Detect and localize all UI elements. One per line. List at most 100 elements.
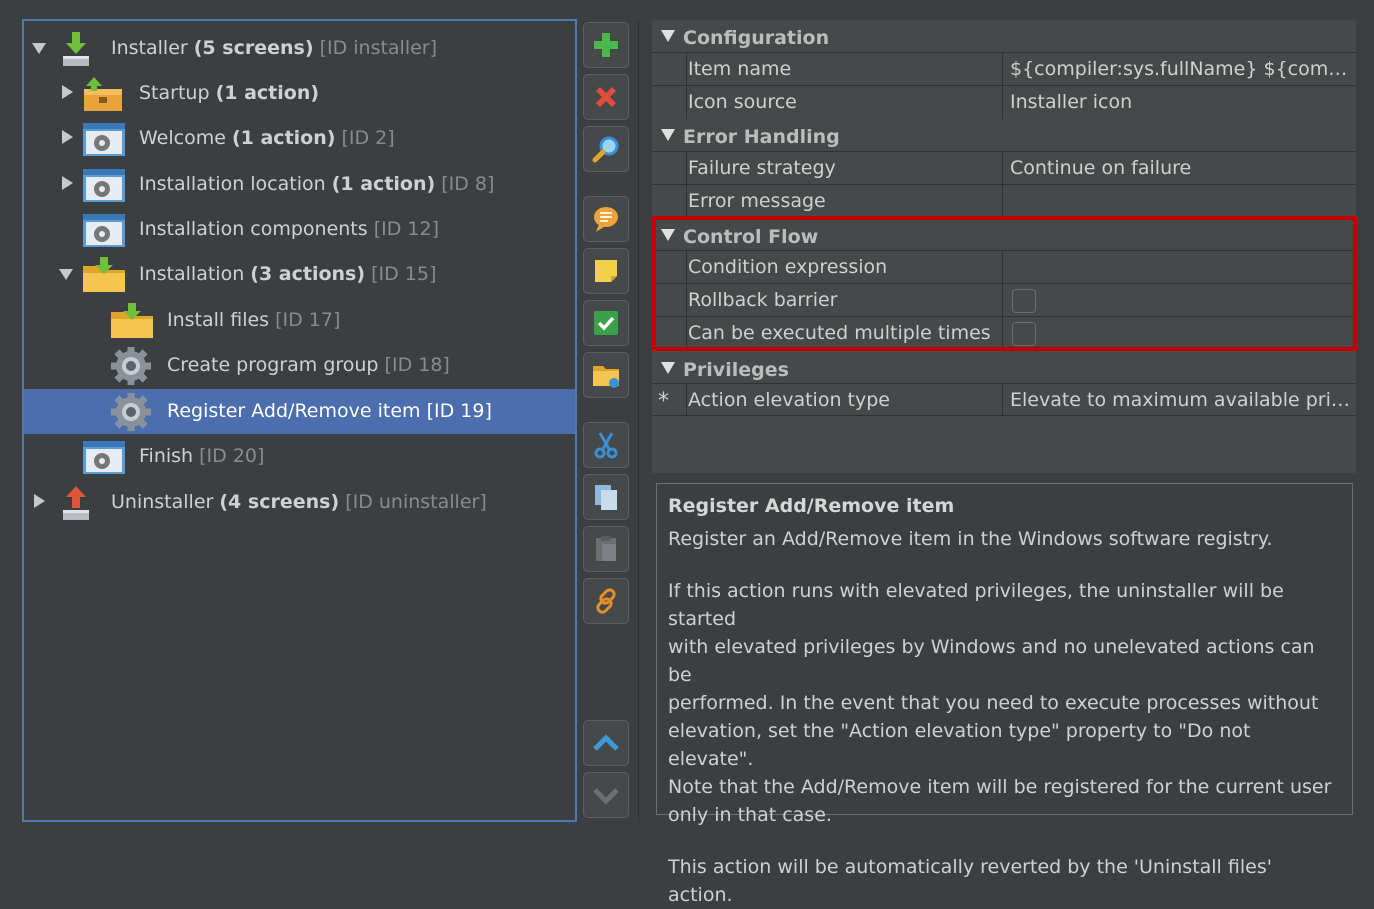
delete-button[interactable]: [583, 74, 629, 120]
tree-item-id: [ID 20]: [199, 445, 265, 467]
move-down-button[interactable]: [583, 772, 629, 818]
description-line: This action will be automatically revert…: [668, 856, 1272, 906]
property-value[interactable]: [1010, 185, 1353, 218]
tree-item-register-add-remove[interactable]: Register Add/Remove item [ID 19]: [24, 389, 575, 434]
multiple-times-checkbox[interactable]: [1012, 322, 1036, 346]
tree-item-count: (1 action): [231, 127, 336, 149]
paste-button[interactable]: [583, 526, 629, 572]
folder-button[interactable]: [583, 352, 629, 398]
folder-install-icon: [82, 256, 126, 294]
cut-button[interactable]: [583, 422, 629, 468]
property-value[interactable]: ${compiler:sys.fullName} ${compiler:sys.…: [1010, 53, 1353, 86]
add-button[interactable]: [583, 22, 629, 68]
category-error-handling[interactable]: Error Handling: [652, 121, 1356, 151]
tree-item-welcome[interactable]: Welcome (1 action) [ID 2]: [24, 116, 575, 161]
tree-item-name: Startup: [139, 82, 210, 104]
property-executed-multiple-times[interactable]: Can be executed multiple times: [652, 316, 1356, 350]
property-value[interactable]: Continue on failure: [1010, 152, 1353, 185]
category-privileges[interactable]: Privileges: [652, 354, 1356, 384]
screen-icon: [82, 166, 126, 204]
cut-icon: [594, 432, 618, 459]
folder-icon: [593, 366, 619, 388]
tree-item-installation[interactable]: Installation (3 actions) [ID 15]: [24, 252, 575, 297]
tree-item-name: Installation: [139, 263, 245, 285]
tree-item-count: (1 action): [215, 82, 320, 104]
link-icon: [596, 588, 616, 614]
tree-item-name: Installation components: [139, 218, 368, 240]
tree-item-count: (4 screens): [219, 491, 340, 513]
move-up-button[interactable]: [583, 720, 629, 766]
search-icon: [592, 136, 619, 163]
tree-item-name: Welcome: [139, 127, 226, 149]
paste-icon: [596, 536, 616, 561]
check-button[interactable]: [583, 300, 629, 346]
property-label: Can be executed multiple times: [688, 322, 991, 344]
link-button[interactable]: [583, 578, 629, 624]
property-icon-source[interactable]: Icon source Installer icon: [652, 85, 1356, 119]
tree-item-id: [ID 17]: [275, 309, 341, 331]
tree-item-installation-location[interactable]: Installation location (1 action) [ID 8]: [24, 162, 575, 207]
category-configuration[interactable]: Configuration: [652, 22, 1356, 52]
tree-item-create-program-group[interactable]: Create program group [ID 18]: [24, 343, 575, 388]
property-value[interactable]: Elevate to maximum available privileges: [1010, 384, 1353, 417]
tree-item-name: Finish: [139, 445, 194, 467]
tree-item-id: [ID 18]: [384, 354, 450, 376]
property-grid[interactable]: Configuration Item name ${compiler:sys.f…: [652, 20, 1356, 473]
modified-marker: *: [658, 389, 669, 414]
collapse-arrow-icon[interactable]: [32, 43, 46, 54]
property-condition-expression[interactable]: Condition expression: [652, 250, 1356, 284]
tree-item-id: [ID 2]: [341, 127, 395, 149]
tree-item-installation-components[interactable]: Installation components [ID 12]: [24, 207, 575, 252]
description-line: elevation, set the "Action elevation typ…: [668, 720, 1251, 770]
find-button[interactable]: [583, 126, 629, 172]
tree-item-install-files[interactable]: Install files [ID 17]: [24, 298, 575, 343]
expand-arrow-icon[interactable]: [62, 130, 73, 144]
panel-divider[interactable]: [638, 20, 639, 822]
tree-item-installer[interactable]: Installer (5 screens) [ID installer]: [24, 26, 575, 71]
collapse-triangle-icon[interactable]: [661, 229, 675, 241]
collapse-arrow-icon[interactable]: [59, 269, 73, 280]
tree-item-uninstaller[interactable]: Uninstaller (4 screens) [ID uninstaller]: [24, 480, 575, 525]
collapse-triangle-icon[interactable]: [661, 129, 675, 141]
description-line: with elevated privileges by Windows and …: [668, 636, 1315, 686]
expand-arrow-icon[interactable]: [62, 85, 73, 99]
category-control-flow[interactable]: Control Flow: [652, 221, 1356, 251]
tree-item-id: [ID 15]: [371, 263, 437, 285]
add-icon: [594, 33, 618, 57]
tree-item-startup[interactable]: Startup (1 action): [24, 71, 575, 116]
category-title: Privileges: [683, 359, 789, 381]
property-value[interactable]: [1010, 251, 1353, 284]
property-label: Failure strategy: [688, 157, 836, 179]
gear-icon: [110, 392, 154, 432]
property-value[interactable]: Installer icon: [1010, 86, 1353, 119]
screen-icon: [82, 120, 126, 158]
note-button[interactable]: [583, 248, 629, 294]
tree-item-id: [ID 19]: [426, 400, 492, 422]
tree-item-finish[interactable]: Finish [ID 20]: [24, 434, 575, 479]
description-line: If this action runs with elevated privil…: [668, 580, 1284, 630]
note-icon: [595, 260, 617, 282]
screens-tree[interactable]: Installer (5 screens) [ID installer] Sta…: [22, 19, 577, 822]
comment-button[interactable]: [583, 196, 629, 242]
check-icon: [594, 311, 618, 335]
copy-button[interactable]: [583, 474, 629, 520]
property-item-name[interactable]: Item name ${compiler:sys.fullName} ${com…: [652, 52, 1356, 86]
property-rollback-barrier[interactable]: Rollback barrier: [652, 283, 1356, 317]
description-line: Note that the Add/Remove item will be re…: [668, 776, 1332, 798]
tree-item-id: [ID 8]: [441, 173, 495, 195]
tree-item-name: Create program group: [167, 354, 379, 376]
collapse-triangle-icon[interactable]: [661, 362, 675, 374]
property-label: Icon source: [688, 91, 797, 113]
property-action-elevation-type[interactable]: * Action elevation type Elevate to maxim…: [652, 383, 1356, 417]
collapse-triangle-icon[interactable]: [661, 30, 675, 42]
property-label: Error message: [688, 190, 826, 212]
property-error-message[interactable]: Error message: [652, 184, 1356, 218]
property-label: Rollback barrier: [688, 289, 838, 311]
copy-icon: [595, 485, 617, 510]
tree-item-id: [ID uninstaller]: [345, 491, 487, 513]
tree-item-name: Install files: [167, 309, 270, 331]
expand-arrow-icon[interactable]: [62, 176, 73, 190]
expand-arrow-icon[interactable]: [34, 494, 45, 508]
rollback-barrier-checkbox[interactable]: [1012, 289, 1036, 313]
property-failure-strategy[interactable]: Failure strategy Continue on failure: [652, 151, 1356, 185]
